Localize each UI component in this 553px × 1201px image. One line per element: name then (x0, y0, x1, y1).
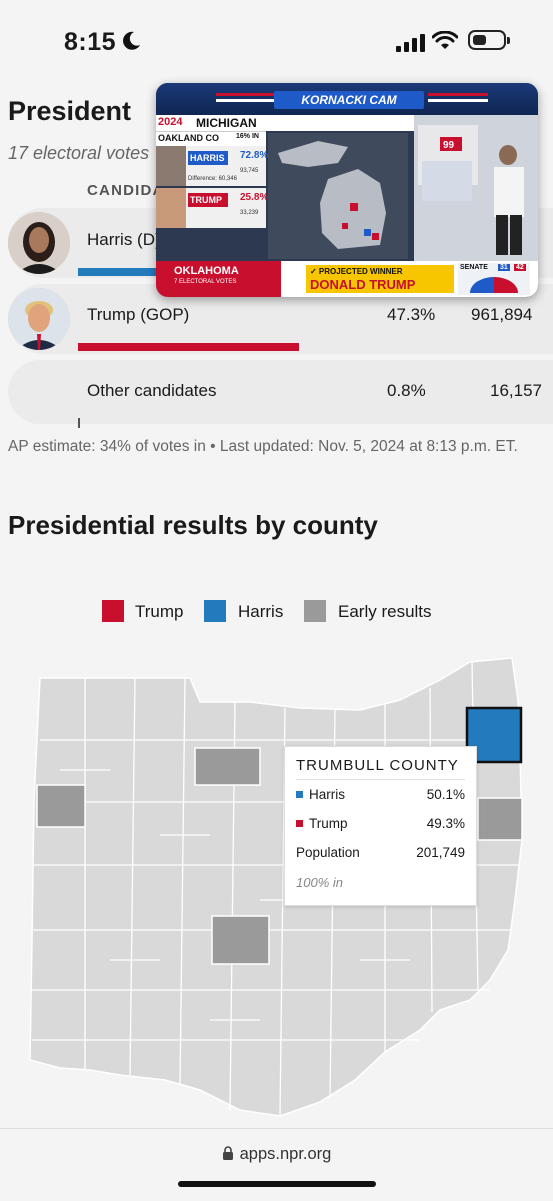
candidate-name: Harris (D) (87, 230, 161, 249)
tooltip-value: 201,749 (416, 845, 465, 860)
browser-bottom-bar: apps.npr.org (0, 1128, 553, 1201)
legend-swatch-trump (102, 600, 124, 622)
pip-state-header: 2024 MICHIGAN (156, 115, 414, 131)
pip-projected-name: DONALD TRUMP (310, 277, 416, 292)
tooltip-value: 49.3% (426, 816, 465, 831)
pip-reporting: 16% IN (236, 133, 259, 140)
home-indicator[interactable] (178, 1181, 376, 1187)
other-vote-bar (78, 418, 80, 428)
county-tooltip: TRUMBULL COUNTY Harris 50.1% Trump 49.3%… (284, 746, 477, 906)
pip-harris-votes: 93,745 (240, 168, 259, 174)
trump-avatar (8, 288, 70, 350)
wifi-icon (432, 31, 458, 49)
pip-ticker-state-block: OKLAHOMA 7 ELECTORAL VOTES (156, 261, 281, 297)
tooltip-label: Population (296, 845, 360, 860)
pip-trump-tile: TRUMP 25.8% 33,239 (156, 188, 269, 228)
legend-label-harris: Harris (238, 602, 284, 621)
focus-moon-icon (123, 31, 140, 50)
pip-studio-camera: 99 (414, 115, 538, 261)
pip-county: OAKLAND CO (158, 133, 219, 143)
pip-michigan-graphic: 2024 MICHIGAN OAKLAND CO 16% IN HARRIS 7… (156, 115, 414, 261)
pip-harris-label: HARRIS (188, 151, 228, 165)
county-early-west (36, 784, 86, 828)
candidate-pct: 47.3% (387, 305, 436, 324)
pip-county-header: OAKLAND CO 16% IN (156, 131, 266, 146)
pip-projected-label: ✓ PROJECTED WINNER (310, 267, 403, 276)
pip-ticker-ev: 7 ELECTORAL VOTES (174, 279, 237, 285)
county-early-east (477, 797, 523, 841)
electoral-votes: 17 electoral votes (8, 143, 150, 163)
tooltip-label: Trump (309, 816, 348, 831)
pip-senate-dem: 31 (498, 264, 510, 271)
tooltip-divider (296, 779, 465, 780)
pip-ticker: OKLAHOMA 7 ELECTORAL VOTES ✓ PROJECTED W… (156, 261, 538, 297)
pip-ticker-state: OKLAHOMA (174, 265, 239, 277)
pip-trump-label: TRUMP (188, 193, 228, 207)
pip-senate-tally: SENATE 31 42 (458, 263, 530, 295)
tooltip-reporting: 100% in (296, 875, 343, 890)
tooltip-county-name: TRUMBULL COUNTY (296, 757, 459, 774)
pip-projected-winner: ✓ PROJECTED WINNER DONALD TRUMP (306, 265, 454, 293)
legend-swatch-harris (204, 600, 226, 622)
url-field[interactable]: apps.npr.org (0, 1145, 553, 1164)
pip-trump-pct: 25.8% (240, 192, 269, 203)
candidate-name: Trump (GOP) (87, 305, 190, 324)
flag-stripes-left (216, 93, 276, 102)
legend-label-trump: Trump (135, 602, 184, 621)
lock-icon (222, 1146, 233, 1160)
pip-harris-tile: HARRIS 72.8% 93,745 Difference: 60,346 (156, 146, 269, 186)
pip-michigan-map (268, 133, 408, 259)
ap-estimate-note: AP estimate: 34% of votes in • Last upda… (8, 438, 518, 455)
cellular-signal-icon (396, 34, 425, 52)
trump-dot-icon (296, 820, 303, 827)
county-section-title: Presidential results by county (8, 510, 378, 540)
flag-stripes-right (428, 93, 488, 102)
pip-banner: KORNACKI CAM (156, 83, 538, 115)
race-title: President (8, 96, 132, 126)
legend-swatch-early (304, 600, 326, 622)
candidate-pct: 0.8% (387, 381, 426, 400)
candidate-votes: 961,894 (471, 305, 533, 324)
pip-senate-rep: 42 (514, 264, 526, 271)
harris-avatar (8, 212, 70, 274)
candidate-name: Other candidates (87, 381, 217, 400)
url-text: apps.npr.org (239, 1145, 332, 1163)
pip-year: 2024 (158, 116, 183, 128)
candidate-votes: 16,157 (490, 381, 542, 400)
trump-vote-bar (78, 343, 299, 351)
county-early-central (211, 915, 270, 965)
legend-label-early: Early results (338, 602, 432, 621)
pip-trump-photo (156, 188, 186, 228)
battery-icon (468, 30, 510, 50)
pip-trump-votes: 33,239 (240, 210, 259, 216)
candidate-row-other[interactable]: Other candidates 0.8% 16,157 (8, 360, 553, 428)
senate-arc-icon (470, 277, 518, 293)
pip-board-number: 99 (443, 140, 455, 151)
status-time: 8:15 (64, 28, 117, 56)
pip-harris-pct: 72.8% (240, 150, 269, 161)
pip-harris-photo (156, 146, 186, 186)
pip-senate-label: SENATE (460, 264, 488, 271)
tooltip-label: Harris (309, 787, 345, 802)
pip-banner-label: KORNACKI CAM (274, 91, 424, 109)
county-early-north (194, 747, 261, 786)
harris-dot-icon (296, 791, 303, 798)
pip-state: MICHIGAN (196, 116, 257, 130)
status-bar: 8:15 (0, 0, 553, 86)
picture-in-picture-video[interactable]: KORNACKI CAM 2024 MICHIGAN OAKLAND CO 16… (156, 83, 538, 297)
tooltip-value: 50.1% (426, 787, 465, 802)
pip-difference: Difference: 60,346 (188, 176, 237, 182)
